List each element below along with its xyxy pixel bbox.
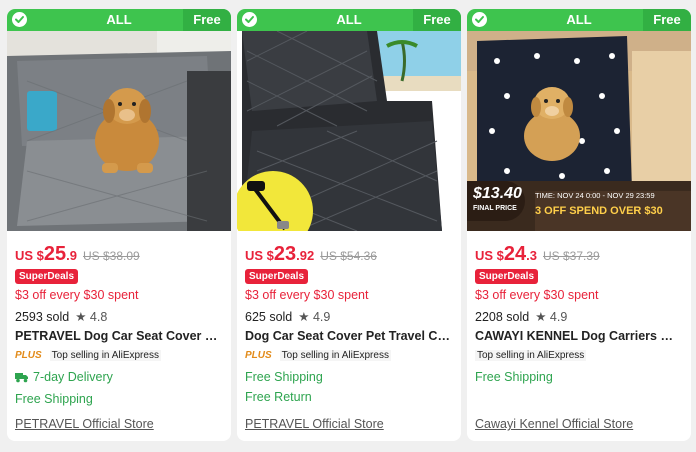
- delivery-text: 7-day Delivery: [33, 370, 113, 384]
- original-price: US $38.09: [83, 249, 140, 263]
- sold-count: 625 sold: [245, 310, 293, 324]
- product-image[interactable]: $13.40 FINAL PRICE TIME: NOV 24 0:00 - N…: [467, 31, 691, 231]
- price: US $24.3 US $37.39: [475, 243, 683, 265]
- price: US $25.9 US $38.09: [15, 243, 223, 265]
- price-int: 24: [503, 243, 527, 265]
- price-dec: .3: [526, 248, 537, 263]
- shipping-info: Free Shipping: [15, 392, 93, 406]
- top-selling-tag: Top selling in AliExpress: [49, 350, 161, 361]
- promo-price: $13.40: [473, 185, 522, 202]
- sold-rating: 2593 sold ★ 4.8: [15, 309, 223, 324]
- top-selling-tag: Top selling in AliExpress: [475, 350, 587, 361]
- store-link[interactable]: PETRAVEL Official Store: [15, 417, 154, 431]
- badge-free: Free: [183, 9, 231, 31]
- store-link[interactable]: PETRAVEL Official Store: [245, 417, 384, 431]
- top-selling-tag: Top selling in AliExpress: [279, 350, 391, 361]
- sold-count: 2208 sold: [475, 310, 530, 324]
- original-price: US $37.39: [543, 249, 600, 263]
- product-image[interactable]: [7, 31, 231, 231]
- card-top-bar: ALL Free: [7, 9, 231, 31]
- tag-row: PLUS Top selling in AliExpress: [245, 350, 453, 364]
- product-card[interactable]: ALL Free US $23.92 US $54.36 SuperDeals …: [237, 9, 461, 441]
- sold-rating: 625 sold ★ 4.9: [245, 309, 453, 324]
- product-title[interactable]: CAWAYI KENNEL Dog Carriers Wat...: [475, 329, 683, 343]
- product-title[interactable]: Dog Car Seat Cover Pet Travel Carr...: [245, 329, 453, 343]
- price: US $23.92 US $54.36: [245, 243, 453, 265]
- original-price: US $54.36: [320, 249, 377, 263]
- plus-badge: PLUS: [15, 350, 42, 361]
- currency: US $: [15, 248, 44, 263]
- product-title[interactable]: PETRAVEL Dog Car Seat Cover Wat...: [15, 329, 223, 343]
- offer-text: $3 off every $30 spent: [245, 288, 369, 302]
- rating: ★ 4.8: [75, 310, 108, 324]
- store-link[interactable]: Cawayi Kennel Official Store: [475, 417, 633, 431]
- sold-count: 2593 sold: [15, 310, 70, 324]
- promo-price-box: $13.40 FINAL PRICE: [467, 181, 525, 221]
- badge-free: Free: [643, 9, 691, 31]
- card-top-bar: ALL Free: [237, 9, 461, 31]
- currency: US $: [245, 248, 274, 263]
- promo-time: TIME: NOV 24 0:00 - NOV 29 23:59: [535, 191, 655, 200]
- price-int: 23: [273, 243, 297, 265]
- price-dec: .92: [296, 248, 315, 263]
- delivery-info: 7-day Delivery: [15, 370, 223, 386]
- badge-free: Free: [413, 9, 461, 31]
- return-info: Free Return: [245, 390, 312, 404]
- superdeals-badge: SuperDeals: [15, 269, 79, 284]
- product-image[interactable]: [237, 31, 461, 231]
- promo-label: FINAL PRICE: [473, 205, 517, 212]
- product-card[interactable]: ALL Free US $25.9 US $38.09 SuperDeals $…: [7, 9, 231, 441]
- tag-row: Top selling in AliExpress: [475, 350, 683, 364]
- product-card[interactable]: ALL Free $13.40 FINAL PRICE TIME: NOV 24…: [467, 9, 691, 441]
- price-dec: .9: [66, 248, 77, 263]
- offer-text: $3 off every $30 spent: [15, 288, 139, 302]
- tag-row: PLUS Top selling in AliExpress: [15, 350, 223, 364]
- shipping-info: Free Shipping: [475, 370, 553, 384]
- quilted-car-seat-cover-image: [237, 31, 461, 231]
- offer-text: $3 off every $30 spent: [475, 288, 599, 302]
- shipping-info: Free Shipping: [245, 370, 323, 384]
- superdeals-badge: SuperDeals: [475, 269, 539, 284]
- plus-badge: PLUS: [245, 350, 272, 361]
- rating: ★ 4.9: [535, 310, 568, 324]
- rating: ★ 4.9: [298, 310, 331, 324]
- currency: US $: [475, 248, 504, 263]
- dog-on-car-seat-cover-image: [7, 31, 231, 231]
- promo-deal: 3 OFF SPEND OVER $30: [535, 205, 663, 217]
- sold-rating: 2208 sold ★ 4.9: [475, 309, 683, 324]
- superdeals-badge: SuperDeals: [245, 269, 309, 284]
- card-top-bar: ALL Free: [467, 9, 691, 31]
- truck-icon: [15, 372, 29, 386]
- price-int: 25: [43, 243, 67, 265]
